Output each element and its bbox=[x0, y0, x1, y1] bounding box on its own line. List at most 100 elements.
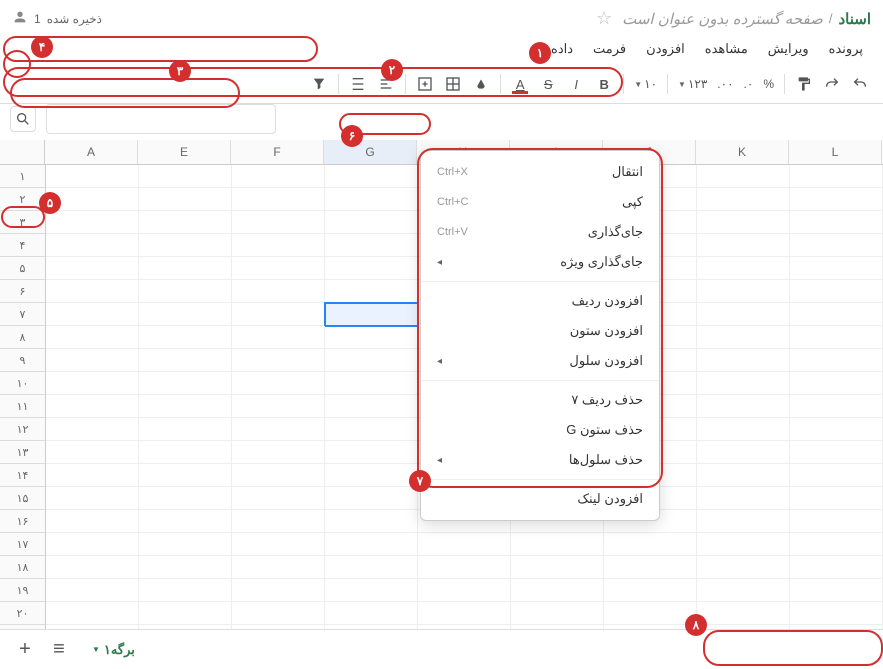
sheet-tab[interactable]: برگه۱▼ bbox=[78, 636, 149, 664]
borders-icon[interactable] bbox=[440, 71, 466, 97]
row-header[interactable]: ۶ bbox=[0, 280, 45, 303]
cell[interactable] bbox=[139, 533, 232, 556]
cell[interactable] bbox=[232, 556, 325, 579]
user-icon[interactable] bbox=[12, 9, 28, 28]
cell[interactable] bbox=[697, 418, 790, 441]
cell[interactable] bbox=[232, 303, 325, 326]
row-header[interactable]: ۲ bbox=[0, 188, 45, 211]
cell[interactable] bbox=[325, 234, 418, 257]
cell[interactable] bbox=[325, 487, 418, 510]
cell[interactable] bbox=[46, 395, 139, 418]
cell[interactable] bbox=[604, 602, 697, 625]
cell[interactable] bbox=[790, 326, 883, 349]
cell[interactable] bbox=[604, 556, 697, 579]
col-header-K[interactable]: K bbox=[696, 140, 789, 164]
cell[interactable] bbox=[46, 418, 139, 441]
paint-format-icon[interactable] bbox=[791, 71, 817, 97]
cell[interactable] bbox=[697, 556, 790, 579]
cell[interactable] bbox=[325, 418, 418, 441]
ctx-insert-col[interactable]: افزودن ستون bbox=[421, 316, 659, 346]
cell[interactable] bbox=[697, 257, 790, 280]
cell[interactable] bbox=[790, 257, 883, 280]
cell[interactable] bbox=[697, 533, 790, 556]
menu-edit[interactable]: ویرایش bbox=[760, 37, 817, 61]
cell[interactable] bbox=[325, 280, 418, 303]
cell[interactable] bbox=[325, 165, 418, 188]
col-header-L[interactable]: L bbox=[789, 140, 882, 164]
valign-icon[interactable] bbox=[345, 71, 371, 97]
cell[interactable] bbox=[790, 464, 883, 487]
row-header[interactable]: ۴ bbox=[0, 234, 45, 257]
cell[interactable] bbox=[46, 579, 139, 602]
cell[interactable] bbox=[790, 556, 883, 579]
row-header[interactable]: ۷ bbox=[0, 303, 45, 326]
cell[interactable] bbox=[325, 510, 418, 533]
row-header[interactable]: ۱۲ bbox=[0, 418, 45, 441]
row-header[interactable]: ۱۰ bbox=[0, 372, 45, 395]
cell[interactable] bbox=[46, 211, 139, 234]
cell[interactable] bbox=[139, 602, 232, 625]
cell[interactable] bbox=[511, 602, 604, 625]
italic-icon[interactable]: I bbox=[563, 71, 589, 97]
cell[interactable] bbox=[232, 441, 325, 464]
cell[interactable] bbox=[46, 234, 139, 257]
font-color-icon[interactable]: A bbox=[507, 71, 533, 97]
cell[interactable] bbox=[790, 395, 883, 418]
cell[interactable] bbox=[46, 326, 139, 349]
percent-format[interactable]: % bbox=[759, 77, 778, 91]
cell[interactable] bbox=[790, 188, 883, 211]
ctx-insert-link[interactable]: افزودن لینک bbox=[421, 484, 659, 514]
cell[interactable] bbox=[232, 211, 325, 234]
cell[interactable] bbox=[46, 487, 139, 510]
row-header[interactable]: ۲۰ bbox=[0, 602, 45, 625]
cell[interactable] bbox=[697, 280, 790, 303]
cell[interactable] bbox=[790, 234, 883, 257]
cell[interactable] bbox=[232, 188, 325, 211]
cell[interactable] bbox=[232, 349, 325, 372]
cell[interactable] bbox=[46, 510, 139, 533]
cell[interactable] bbox=[697, 188, 790, 211]
row-header[interactable]: ۱۶ bbox=[0, 510, 45, 533]
row-header[interactable]: ۱۹ bbox=[0, 579, 45, 602]
cell[interactable] bbox=[790, 280, 883, 303]
cell[interactable] bbox=[790, 211, 883, 234]
cell[interactable] bbox=[790, 349, 883, 372]
cell[interactable] bbox=[139, 579, 232, 602]
cell[interactable] bbox=[325, 602, 418, 625]
cell[interactable] bbox=[418, 533, 511, 556]
cell[interactable] bbox=[790, 510, 883, 533]
menu-file[interactable]: پرونده bbox=[821, 37, 871, 61]
cell[interactable] bbox=[232, 464, 325, 487]
align-icon[interactable] bbox=[373, 71, 399, 97]
menu-format[interactable]: فرمت bbox=[585, 37, 634, 61]
cell[interactable] bbox=[139, 257, 232, 280]
cell[interactable] bbox=[232, 510, 325, 533]
col-header-F[interactable]: F bbox=[231, 140, 324, 164]
cell[interactable] bbox=[790, 372, 883, 395]
cell[interactable] bbox=[325, 326, 418, 349]
cell[interactable] bbox=[139, 211, 232, 234]
cell[interactable] bbox=[139, 280, 232, 303]
cell[interactable] bbox=[790, 487, 883, 510]
cell[interactable] bbox=[697, 234, 790, 257]
cell[interactable] bbox=[139, 372, 232, 395]
cell[interactable] bbox=[604, 533, 697, 556]
cell[interactable] bbox=[604, 579, 697, 602]
cell[interactable] bbox=[697, 326, 790, 349]
add-sheet-icon[interactable]: + bbox=[10, 635, 40, 665]
cell[interactable] bbox=[139, 556, 232, 579]
cell[interactable] bbox=[697, 349, 790, 372]
cell[interactable] bbox=[697, 211, 790, 234]
cell[interactable] bbox=[697, 303, 790, 326]
cell[interactable] bbox=[46, 464, 139, 487]
cell[interactable] bbox=[325, 211, 418, 234]
row-header[interactable]: ۵ bbox=[0, 257, 45, 280]
cell[interactable] bbox=[697, 464, 790, 487]
cell[interactable] bbox=[325, 533, 418, 556]
cell[interactable] bbox=[790, 579, 883, 602]
cell[interactable] bbox=[790, 418, 883, 441]
ctx-insert-cell[interactable]: افزودن سلول◂ bbox=[421, 346, 659, 376]
cell[interactable] bbox=[232, 418, 325, 441]
cell[interactable] bbox=[418, 602, 511, 625]
cell[interactable] bbox=[418, 579, 511, 602]
